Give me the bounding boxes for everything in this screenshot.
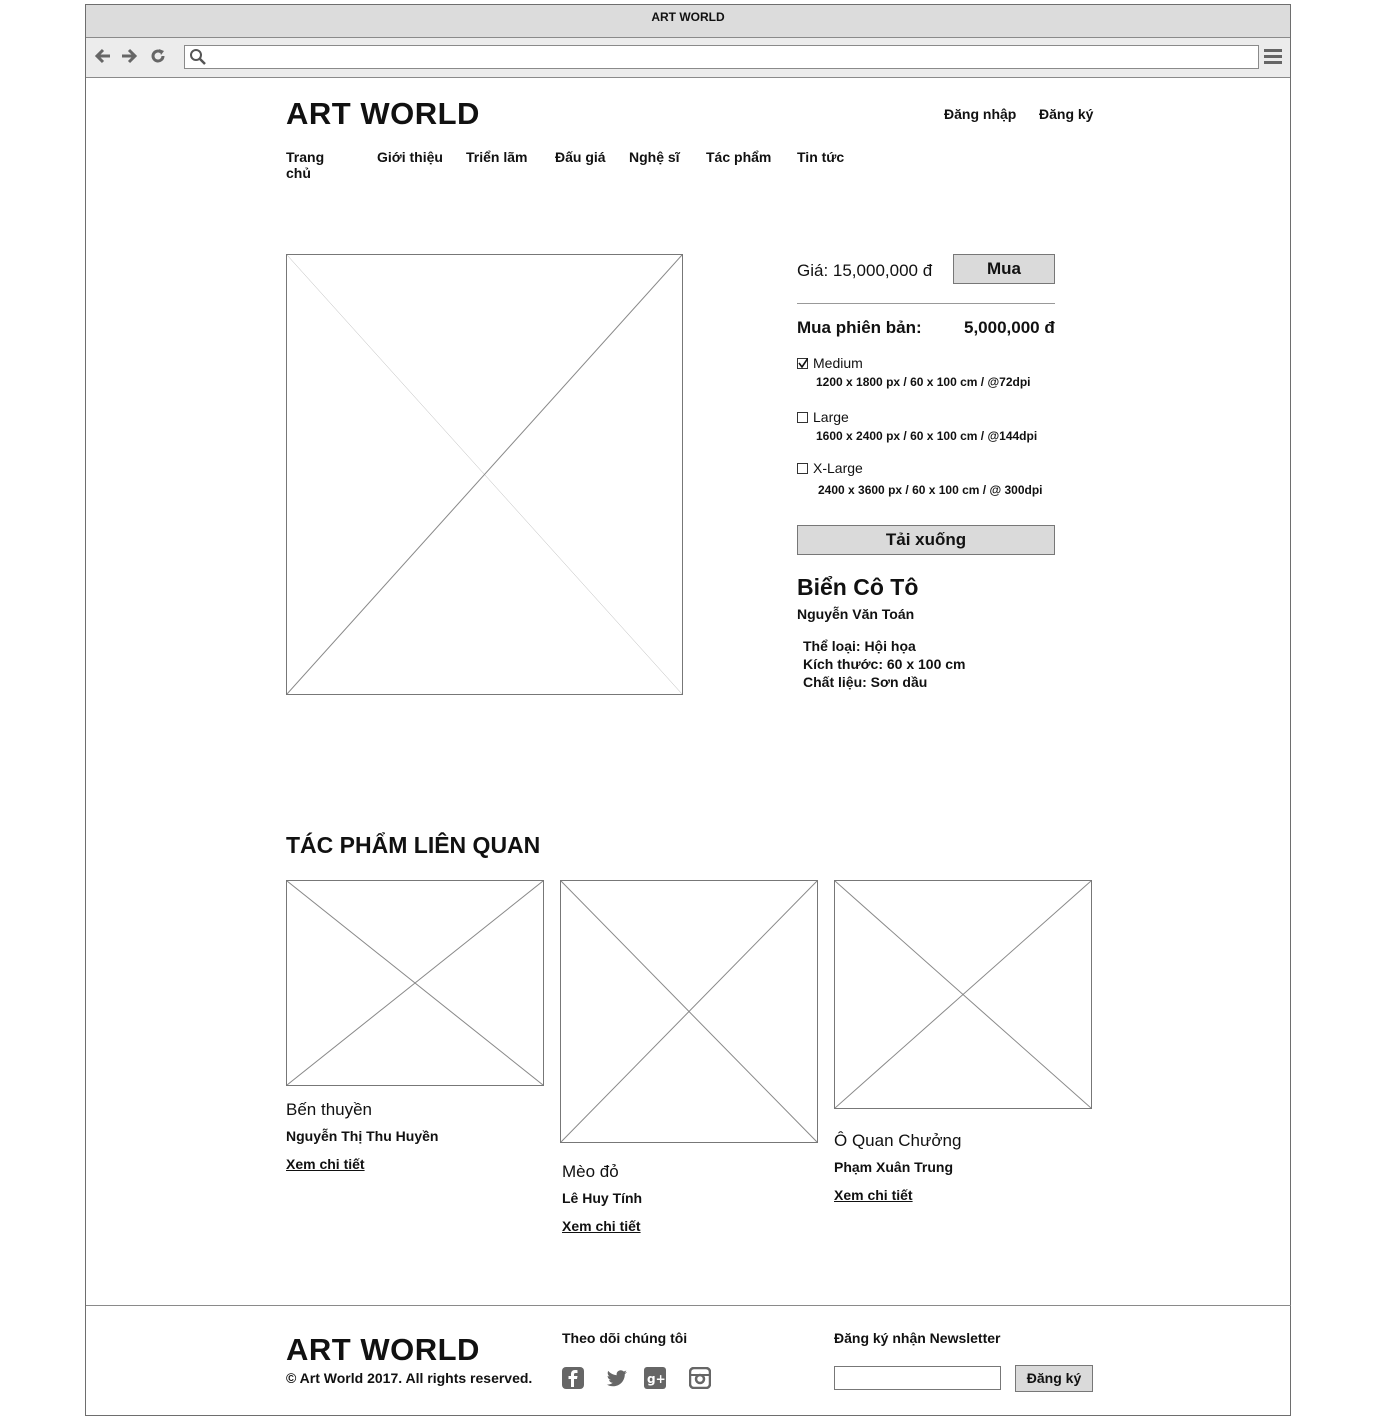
related-item-title: Mèo đỏ (562, 1162, 619, 1181)
download-button[interactable]: Tải xuống (797, 525, 1055, 555)
nav-item-artworks[interactable]: Tác phẩm (706, 149, 771, 165)
option-large-checkbox[interactable] (797, 412, 808, 423)
option-xlarge-label[interactable]: X-Large (813, 460, 863, 476)
buy-button[interactable]: Mua (953, 254, 1055, 284)
artwork-artist[interactable]: Nguyễn Văn Toán (797, 606, 914, 622)
divider (797, 303, 1055, 304)
option-medium-spec: 1200 x 1800 px / 60 x 100 cm / @72dpi (816, 375, 1031, 389)
footer-logo: ART WORLD (286, 1332, 480, 1367)
option-large-spec: 1600 x 2400 px / 60 x 100 cm / @144dpi (816, 429, 1038, 443)
google-plus-icon[interactable]: g+ (644, 1367, 666, 1389)
search-icon (189, 48, 207, 71)
related-item-title: Bến thuyền (286, 1100, 373, 1119)
artwork-image (286, 254, 683, 695)
site-logo[interactable]: ART WORLD (286, 96, 480, 132)
nav-item-home[interactable]: Trang chủ (286, 149, 324, 181)
arrow-left-icon[interactable] (94, 47, 112, 65)
reload-icon[interactable] (149, 47, 167, 65)
follow-label: Theo dõi chúng tôi (562, 1330, 688, 1346)
newsletter-label: Đăng ký nhận Newsletter (834, 1330, 1001, 1346)
related-item-link[interactable]: Xem chi tiết (562, 1218, 641, 1234)
twitter-icon[interactable] (606, 1367, 628, 1389)
price-label: Giá: 15,000,000 đ (797, 261, 933, 280)
artwork-genre: Thể loại: Hội họa (803, 638, 916, 654)
related-item-link[interactable]: Xem chi tiết (286, 1156, 365, 1172)
login-link[interactable]: Đăng nhập (944, 106, 1016, 122)
copyright-text: © Art World 2017. All rights reserved. (286, 1370, 533, 1386)
nav-item-exhibition[interactable]: Triển lãm (466, 149, 527, 165)
hamburger-menu-icon[interactable] (1264, 49, 1282, 67)
svg-text:g+: g+ (647, 1372, 666, 1386)
option-medium-label[interactable]: Medium (813, 355, 863, 371)
browser-toolbar (86, 38, 1290, 78)
related-item-image[interactable] (286, 880, 544, 1086)
related-item-image[interactable] (560, 880, 818, 1143)
related-item-artist: Phạm Xuân Trung (834, 1159, 954, 1175)
artwork-title: Biển Cô Tô (797, 574, 919, 600)
facebook-icon[interactable] (562, 1367, 584, 1389)
related-item-title: Ô Quan Chưởng (834, 1131, 962, 1150)
artwork-size: Kích thước: 60 x 100 cm (803, 656, 966, 672)
browser-window: ART WORLD (85, 4, 1291, 1416)
related-item-artist: Lê Huy Tính (562, 1190, 643, 1206)
url-bar[interactable] (184, 45, 1259, 69)
window-title: ART WORLD (86, 5, 1290, 38)
option-xlarge-checkbox[interactable] (797, 463, 808, 474)
edition-price: 5,000,000 đ (964, 318, 1055, 337)
nav-item-artists[interactable]: Nghệ sĩ (629, 149, 680, 165)
edition-label: Mua phiên bản: (797, 318, 922, 337)
related-item-artist: Nguyễn Thị Thu Huyền (286, 1128, 439, 1144)
related-heading: TÁC PHẨM LIÊN QUAN (286, 832, 541, 858)
newsletter-email-field[interactable] (834, 1366, 1001, 1390)
nav-item-about[interactable]: Giới thiệu (377, 149, 443, 165)
artwork-material: Chất liệu: Sơn dầu (803, 674, 928, 690)
nav-item-auction[interactable]: Đấu giá (555, 149, 606, 165)
related-item-link[interactable]: Xem chi tiết (834, 1187, 913, 1203)
instagram-icon[interactable] (688, 1366, 712, 1390)
option-large-label[interactable]: Large (813, 409, 849, 425)
register-link[interactable]: Đăng ký (1039, 106, 1093, 122)
option-xlarge-spec: 2400 x 3600 px / 60 x 100 cm / @ 300dpi (818, 483, 1043, 497)
related-item-image[interactable] (834, 880, 1092, 1109)
newsletter-subscribe-button[interactable]: Đăng ký (1015, 1365, 1093, 1392)
arrow-right-icon[interactable] (120, 47, 138, 65)
option-medium-checkbox[interactable] (797, 358, 808, 369)
footer-divider (86, 1305, 1291, 1306)
nav-item-news[interactable]: Tin tức (797, 149, 844, 165)
